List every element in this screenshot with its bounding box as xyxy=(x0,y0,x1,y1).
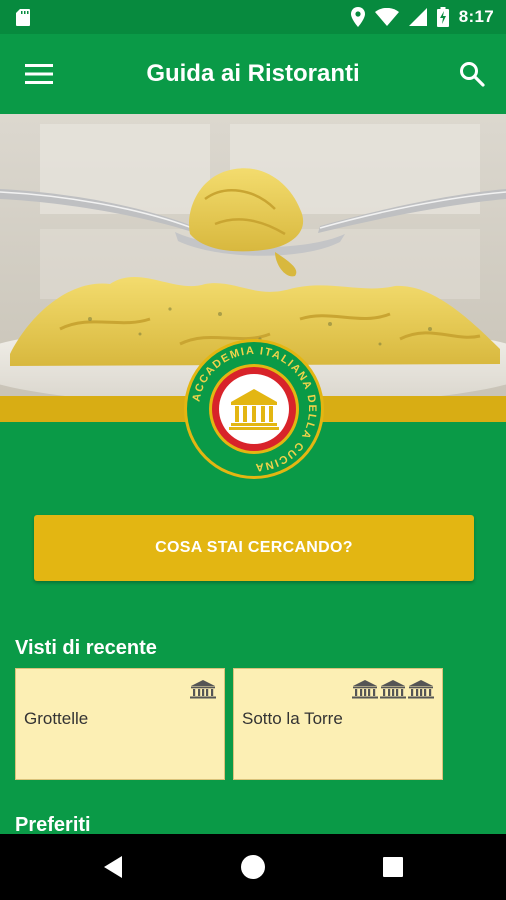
wifi-icon xyxy=(374,8,399,26)
sd-card-icon xyxy=(16,9,30,26)
home-icon xyxy=(241,855,265,879)
cell-signal-icon xyxy=(408,8,427,26)
temple-rating-icon xyxy=(408,680,434,699)
page-title: Guida ai Ristoranti xyxy=(146,60,360,87)
app-bar: Guida ai Ristoranti xyxy=(0,34,506,114)
search-button[interactable] xyxy=(456,58,488,90)
card-rating xyxy=(190,679,216,699)
temple-rating-icon xyxy=(190,680,216,699)
recents-button[interactable] xyxy=(378,852,408,882)
back-icon xyxy=(104,856,122,878)
battery-charging-icon xyxy=(436,7,449,27)
search-icon xyxy=(460,62,485,87)
search-cta-button[interactable]: COSA STAI CERCANDO? xyxy=(34,515,474,581)
home-button[interactable] xyxy=(238,852,268,882)
accademia-logo: ACCADEMIA ITALIANA DELLA CUCINA xyxy=(183,338,325,480)
recent-card-sotto-la-torre[interactable]: Sotto la Torre xyxy=(233,668,443,780)
system-nav-bar xyxy=(0,834,506,900)
temple-rating-icon xyxy=(380,680,406,699)
card-rating xyxy=(352,679,434,699)
status-time: 8:17 xyxy=(458,7,494,26)
temple-rating-icon xyxy=(352,680,378,699)
recents-icon xyxy=(383,857,403,877)
recent-card-grottelle[interactable]: Grottelle xyxy=(15,668,225,780)
status-bar: 8:17 xyxy=(0,0,506,34)
card-name: Grottelle xyxy=(24,709,89,728)
accademia-seal-icon: ACCADEMIA ITALIANA DELLA CUCINA xyxy=(184,339,324,479)
location-icon xyxy=(350,7,365,27)
back-button[interactable] xyxy=(98,852,128,882)
card-name: Sotto la Torre xyxy=(242,709,343,728)
recent-section-title: Visti di recente xyxy=(15,637,157,659)
